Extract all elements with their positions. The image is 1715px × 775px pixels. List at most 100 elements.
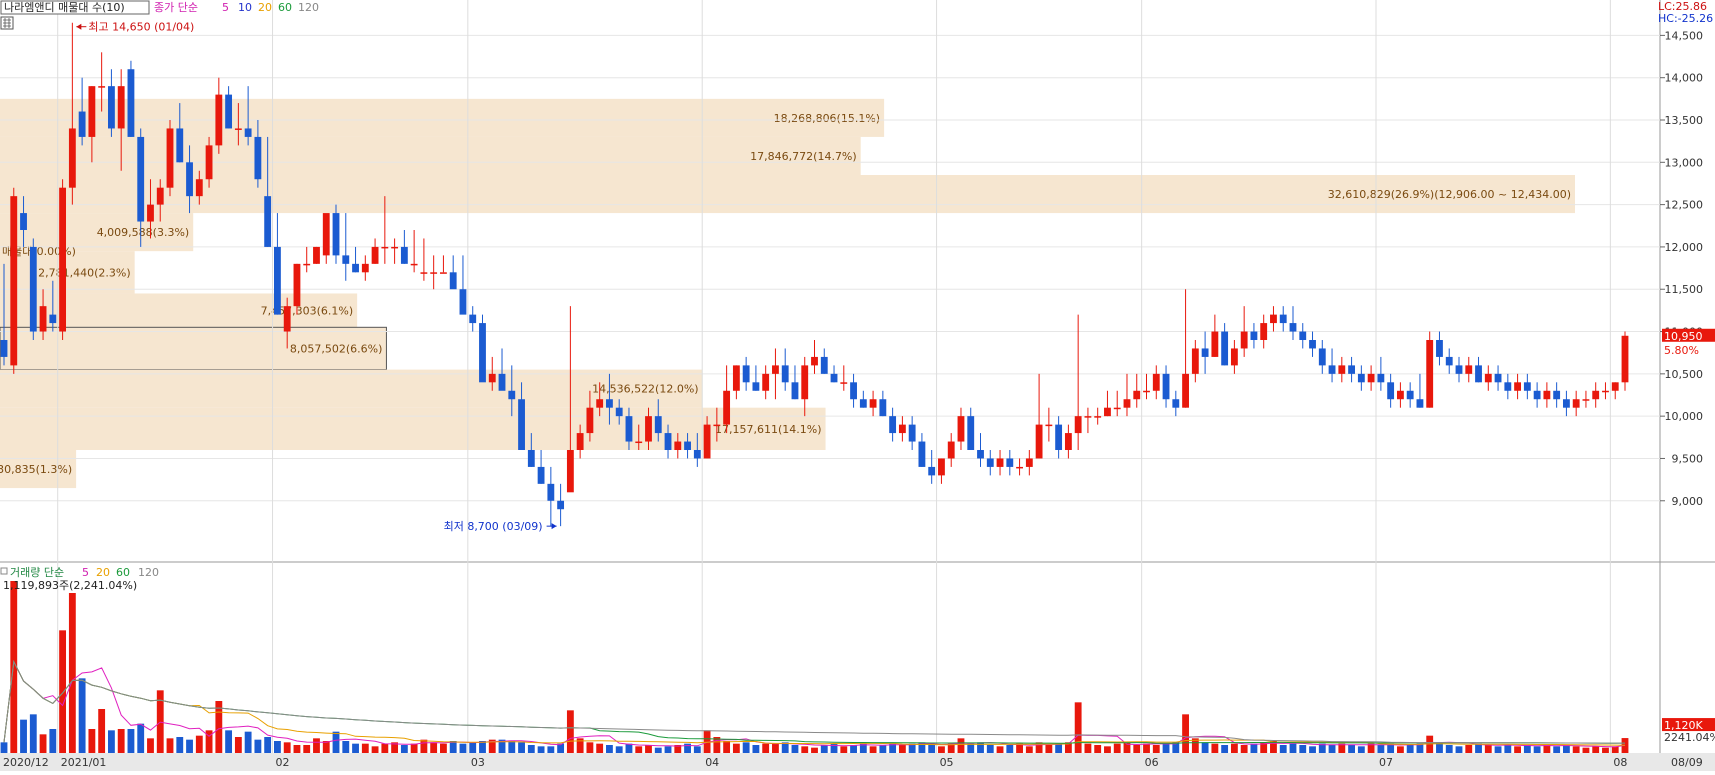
candle-body[interactable] (244, 128, 252, 137)
candle-body[interactable] (1338, 365, 1346, 374)
candle-body[interactable] (264, 196, 272, 247)
candle-body[interactable] (352, 263, 359, 273)
candle-body[interactable] (801, 365, 809, 400)
volume-bar[interactable] (840, 746, 848, 753)
candle-body[interactable] (1592, 390, 1600, 400)
candle-body[interactable] (1426, 340, 1434, 408)
volume-bar[interactable] (898, 745, 906, 753)
vol-ma120-legend[interactable]: 120 (138, 566, 159, 579)
candle-body[interactable] (557, 500, 565, 510)
volume-bar[interactable] (88, 729, 96, 753)
volume-bar[interactable] (752, 745, 760, 753)
candle-body[interactable] (518, 399, 525, 450)
candle-body[interactable] (889, 416, 897, 434)
candle-body[interactable] (322, 213, 330, 256)
volume-bar[interactable] (547, 746, 555, 753)
candle-body[interactable] (1553, 390, 1561, 400)
volume-bar[interactable] (1133, 745, 1141, 753)
volume-bar[interactable] (29, 714, 37, 753)
volume-bar[interactable] (518, 742, 525, 753)
candle-body[interactable] (1514, 382, 1522, 391)
volume-bar[interactable] (147, 738, 154, 753)
candle-body[interactable] (879, 399, 887, 417)
candle-body[interactable] (195, 179, 203, 197)
volume-bar[interactable] (1201, 742, 1209, 753)
volume-bar[interactable] (879, 745, 887, 753)
candle-body[interactable] (1562, 399, 1570, 408)
candle-body[interactable] (1152, 373, 1160, 391)
candle-body[interactable] (88, 86, 96, 137)
candle-body[interactable] (29, 246, 37, 332)
candle-body[interactable] (1133, 390, 1141, 400)
candle-body[interactable] (1621, 335, 1629, 383)
volume-bar[interactable] (606, 745, 613, 753)
volume-bar[interactable] (1289, 743, 1297, 753)
volume-bar[interactable] (381, 743, 389, 753)
candle-body[interactable] (59, 187, 67, 332)
candle-body[interactable] (1172, 399, 1180, 408)
candle-body[interactable] (410, 263, 418, 266)
candle-body[interactable] (947, 441, 955, 459)
volume-bar[interactable] (225, 730, 233, 753)
volume-bar[interactable] (410, 743, 418, 753)
candle-body[interactable] (430, 272, 438, 274)
volume-bar[interactable] (107, 730, 115, 753)
volume-bar[interactable] (1025, 746, 1033, 753)
volume-bar[interactable] (303, 745, 311, 753)
volume-bar[interactable] (274, 741, 281, 753)
candle-body[interactable] (938, 458, 945, 476)
candle-body[interactable] (449, 272, 457, 290)
volume-bar[interactable] (1484, 745, 1492, 753)
candle-body[interactable] (254, 136, 262, 180)
volume-bar[interactable] (1445, 745, 1453, 753)
ma10-legend[interactable]: 10 (238, 1, 252, 14)
volume-title[interactable]: 거래량 단순 (10, 566, 64, 579)
volume-bar[interactable] (195, 735, 203, 753)
volume-bar[interactable] (1104, 746, 1111, 753)
volume-bar[interactable] (283, 742, 291, 753)
candle-body[interactable] (781, 365, 789, 383)
candle-body[interactable] (332, 213, 340, 256)
candle-body[interactable] (1211, 331, 1219, 357)
volume-bar[interactable] (996, 746, 1004, 753)
volume-bar[interactable] (645, 745, 652, 753)
volume-bar[interactable] (215, 701, 223, 753)
candle-body[interactable] (1318, 348, 1326, 366)
volume-bar[interactable] (1074, 702, 1082, 753)
candle-body[interactable] (986, 458, 994, 467)
candle-body[interactable] (1387, 382, 1395, 400)
candle-body[interactable] (459, 289, 467, 315)
volume-bar[interactable] (186, 739, 193, 753)
volume-bar[interactable] (176, 737, 184, 753)
volume-bar[interactable] (1377, 745, 1385, 753)
volume-bar[interactable] (772, 743, 779, 753)
candle-body[interactable] (1611, 382, 1619, 391)
volume-bar[interactable] (1152, 745, 1160, 753)
volume-bar[interactable] (371, 746, 379, 753)
volume-bar[interactable] (1143, 743, 1150, 753)
candle-body[interactable] (859, 399, 867, 408)
candle-body[interactable] (1543, 390, 1551, 400)
candle-body[interactable] (1504, 382, 1512, 391)
candle-body[interactable] (576, 433, 584, 450)
candle-body[interactable] (156, 187, 164, 205)
candle-body[interactable] (723, 390, 731, 425)
candle-body[interactable] (1523, 382, 1531, 391)
volume-bar[interactable] (293, 745, 301, 753)
volume-bar[interactable] (0, 742, 8, 753)
volume-bar[interactable] (820, 745, 828, 753)
candle-body[interactable] (469, 314, 477, 324)
volume-bar[interactable] (967, 743, 975, 753)
volume-bar[interactable] (20, 719, 27, 753)
candle-body[interactable] (674, 441, 682, 450)
candle-body[interactable] (1084, 416, 1092, 418)
candle-body[interactable] (303, 263, 311, 266)
volume-bar[interactable] (420, 739, 428, 753)
candle-body[interactable] (1455, 365, 1463, 374)
volume-bar[interactable] (1221, 745, 1229, 753)
candle-body[interactable] (1123, 399, 1131, 408)
volume-bar[interactable] (1504, 745, 1512, 753)
vol-ma20-legend[interactable]: 20 (96, 566, 110, 579)
candle-body[interactable] (918, 441, 926, 467)
candle-body[interactable] (684, 441, 691, 450)
